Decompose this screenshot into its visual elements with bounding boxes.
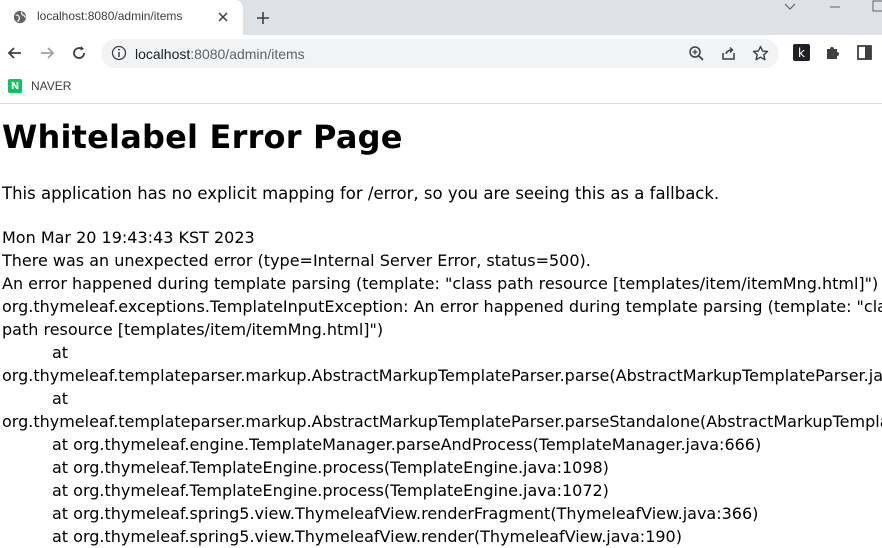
new-tab-icon[interactable] [255,10,271,26]
stack-frame-line: org.thymeleaf.templateparser.markup.Abst… [2,366,882,385]
stack-frame-line: at org.thymeleaf.spring5.view.ThymeleafV… [52,527,682,546]
stack-frame-line: at org.thymeleaf.spring5.view.ThymeleafV… [52,504,759,523]
forward-arrow-icon[interactable] [38,44,56,62]
error-description: This application has no explicit mapping… [2,184,720,203]
stack-frame-line: at [52,389,69,408]
exception-line: path resource [templates/item/itemMng.ht… [2,320,384,339]
stack-frame-line: org.thymeleaf.templateparser.markup.Abst… [2,412,882,431]
browser-tab[interactable]: localhost:8080/admin/items [0,0,243,35]
stack-frame-line: at [52,343,69,362]
globe-icon [13,10,27,24]
minimize-icon[interactable] [828,0,842,14]
back-arrow-icon[interactable] [6,44,24,62]
side-panel-icon[interactable] [856,44,873,61]
naver-icon: N [8,79,22,93]
error-message-line: An error happened during template parsin… [2,274,879,293]
error-type-line: There was an unexpected error (type=Inte… [2,251,591,270]
bookmark-star-icon[interactable] [752,45,769,62]
timestamp-line: Mon Mar 20 19:43:43 KST 2023 [2,228,255,247]
info-icon[interactable] [111,45,127,61]
tab-title: localhost:8080/admin/items [37,9,183,23]
tab-strip: localhost:8080/admin/items [0,0,882,35]
bookmark-naver[interactable]: N NAVER [8,78,71,94]
address-bar[interactable]: localhost:8080/admin/items [101,39,779,68]
maximize-icon[interactable] [872,0,882,14]
stack-frame-line: at org.thymeleaf.TemplateEngine.process(… [52,458,609,477]
extensions-puzzle-icon[interactable] [824,44,841,61]
bookmark-label: NAVER [31,79,72,93]
close-tab-icon[interactable] [216,10,230,24]
stack-frame-line: at org.thymeleaf.engine.TemplateManager.… [52,435,762,454]
chevron-down-icon[interactable] [783,0,797,14]
zoom-icon[interactable] [688,45,705,62]
url-text: localhost:8080/admin/items [135,46,305,62]
page-title: Whitelabel Error Page [2,118,403,156]
share-icon[interactable] [720,45,737,62]
extension-letter: k [798,45,805,60]
reload-icon[interactable] [70,44,88,62]
error-details: Mon Mar 20 19:43:43 KST 2023 There was a… [2,226,882,548]
stack-frame-line: at org.thymeleaf.TemplateEngine.process(… [52,481,609,500]
bookmarks-bar: N NAVER [0,72,882,104]
exception-line: org.thymeleaf.exceptions.TemplateInputEx… [2,297,882,316]
k-extension-icon[interactable]: k [793,44,810,61]
browser-toolbar: localhost:8080/admin/items k [0,35,882,72]
